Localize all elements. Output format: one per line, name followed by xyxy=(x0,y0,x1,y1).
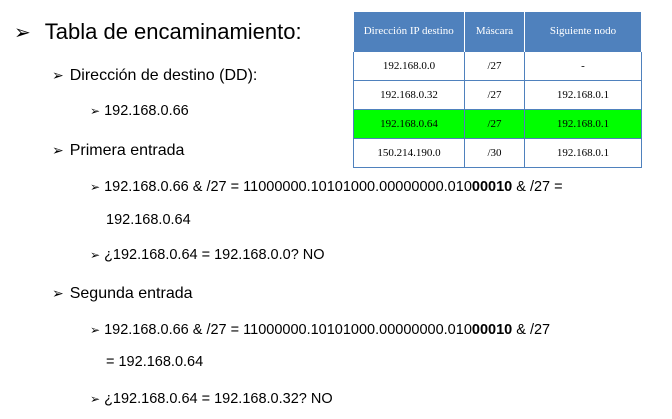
table-row-highlighted: 192.168.0.64 /27 192.168.0.1 xyxy=(353,109,642,139)
entry1-calc-post: & /27 = xyxy=(512,179,563,195)
arrow-bullet-icon: ➢ xyxy=(90,392,101,406)
cell-mask: /27 xyxy=(464,52,525,81)
entry1-check-bullet: ➢ ¿192.168.0.64 = 192.168.0.0? NO xyxy=(90,248,325,263)
entry1-check: ¿192.168.0.64 = 192.168.0.0? NO xyxy=(104,247,325,263)
entry2-calc-post: & /27 xyxy=(512,322,551,338)
dd-value: 192.168.0.66 xyxy=(104,103,189,119)
arrow-bullet-icon: ➢ xyxy=(90,323,101,337)
arrow-bullet-icon: ➢ xyxy=(90,180,101,194)
cell-destination: 192.168.0.32 xyxy=(353,80,465,110)
cell-destination: 192.168.0.0 xyxy=(353,52,465,81)
cell-mask: /27 xyxy=(464,80,525,110)
arrow-bullet-icon: ➢ xyxy=(14,20,31,44)
cell-next-hop: - xyxy=(524,52,642,81)
entry1-calc-bullet: ➢ 192.168.0.66 & /27 = 11000000.10101000.… xyxy=(90,180,563,195)
header-mask: Máscara xyxy=(464,12,525,52)
entry2-heading: Segunda entrada xyxy=(69,285,193,302)
entry2-bullet: ➢ Segunda entrada xyxy=(52,286,193,302)
entry1-heading: Primera entrada xyxy=(69,142,185,159)
cell-destination: 192.168.0.64 xyxy=(353,109,465,139)
routing-table: Dirección IP destino Máscara Siguiente n… xyxy=(353,12,642,168)
entry2-calc-bold: 00010 xyxy=(471,322,513,338)
arrow-bullet-icon: ➢ xyxy=(52,286,64,302)
entry2-calc-pre: 192.168.0.66 & /27 = 11000000.10101000.0… xyxy=(104,322,472,338)
slide: ➢ Tabla de encaminamiento: ➢ Dirección de … xyxy=(0,0,672,419)
cell-next-hop: 192.168.0.1 xyxy=(524,80,642,110)
entry1-result: 192.168.0.64 xyxy=(106,212,191,228)
header-destination-ip: Dirección IP destino xyxy=(353,12,465,52)
entry1-bullet: ➢ Primera entrada xyxy=(52,143,184,159)
entry2-check: ¿192.168.0.64 = 192.168.0.32? NO xyxy=(104,391,333,407)
table-row: 192.168.0.32 /27 192.168.0.1 xyxy=(353,80,642,110)
arrow-bullet-icon: ➢ xyxy=(90,104,101,118)
title-bullet: ➢ Tabla de encaminamiento: xyxy=(14,21,302,43)
table-row: 192.168.0.0 /27 - xyxy=(353,52,642,81)
dd-heading: Dirección de destino (DD): xyxy=(69,67,258,84)
dd-value-bullet: ➢ 192.168.0.66 xyxy=(90,104,189,119)
entry2-result: = 192.168.0.64 xyxy=(106,354,204,370)
arrow-bullet-icon: ➢ xyxy=(52,68,64,84)
entry2-check-bullet: ➢ ¿192.168.0.64 = 192.168.0.32? NO xyxy=(90,392,333,407)
table-row: 150.214.190.0 /30 192.168.0.1 xyxy=(353,138,642,168)
header-next-hop: Siguiente nodo xyxy=(524,12,642,52)
cell-mask: /27 xyxy=(464,109,525,139)
dd-bullet: ➢ Dirección de destino (DD): xyxy=(52,68,257,84)
arrow-bullet-icon: ➢ xyxy=(90,248,101,262)
arrow-bullet-icon: ➢ xyxy=(52,143,64,159)
cell-mask: /30 xyxy=(464,138,525,168)
cell-next-hop: 192.168.0.1 xyxy=(524,138,642,168)
cell-destination: 150.214.190.0 xyxy=(353,138,465,168)
entry2-calc-bullet: ➢ 192.168.0.66 & /27 = 11000000.10101000.… xyxy=(90,323,550,338)
table-header-row: Dirección IP destino Máscara Siguiente n… xyxy=(353,12,642,52)
entry1-calc-bold: 00010 xyxy=(471,179,513,195)
slide-title: Tabla de encaminamiento: xyxy=(44,19,302,44)
cell-next-hop: 192.168.0.1 xyxy=(524,109,642,139)
entry1-calc-pre: 192.168.0.66 & /27 = 11000000.10101000.0… xyxy=(104,179,472,195)
